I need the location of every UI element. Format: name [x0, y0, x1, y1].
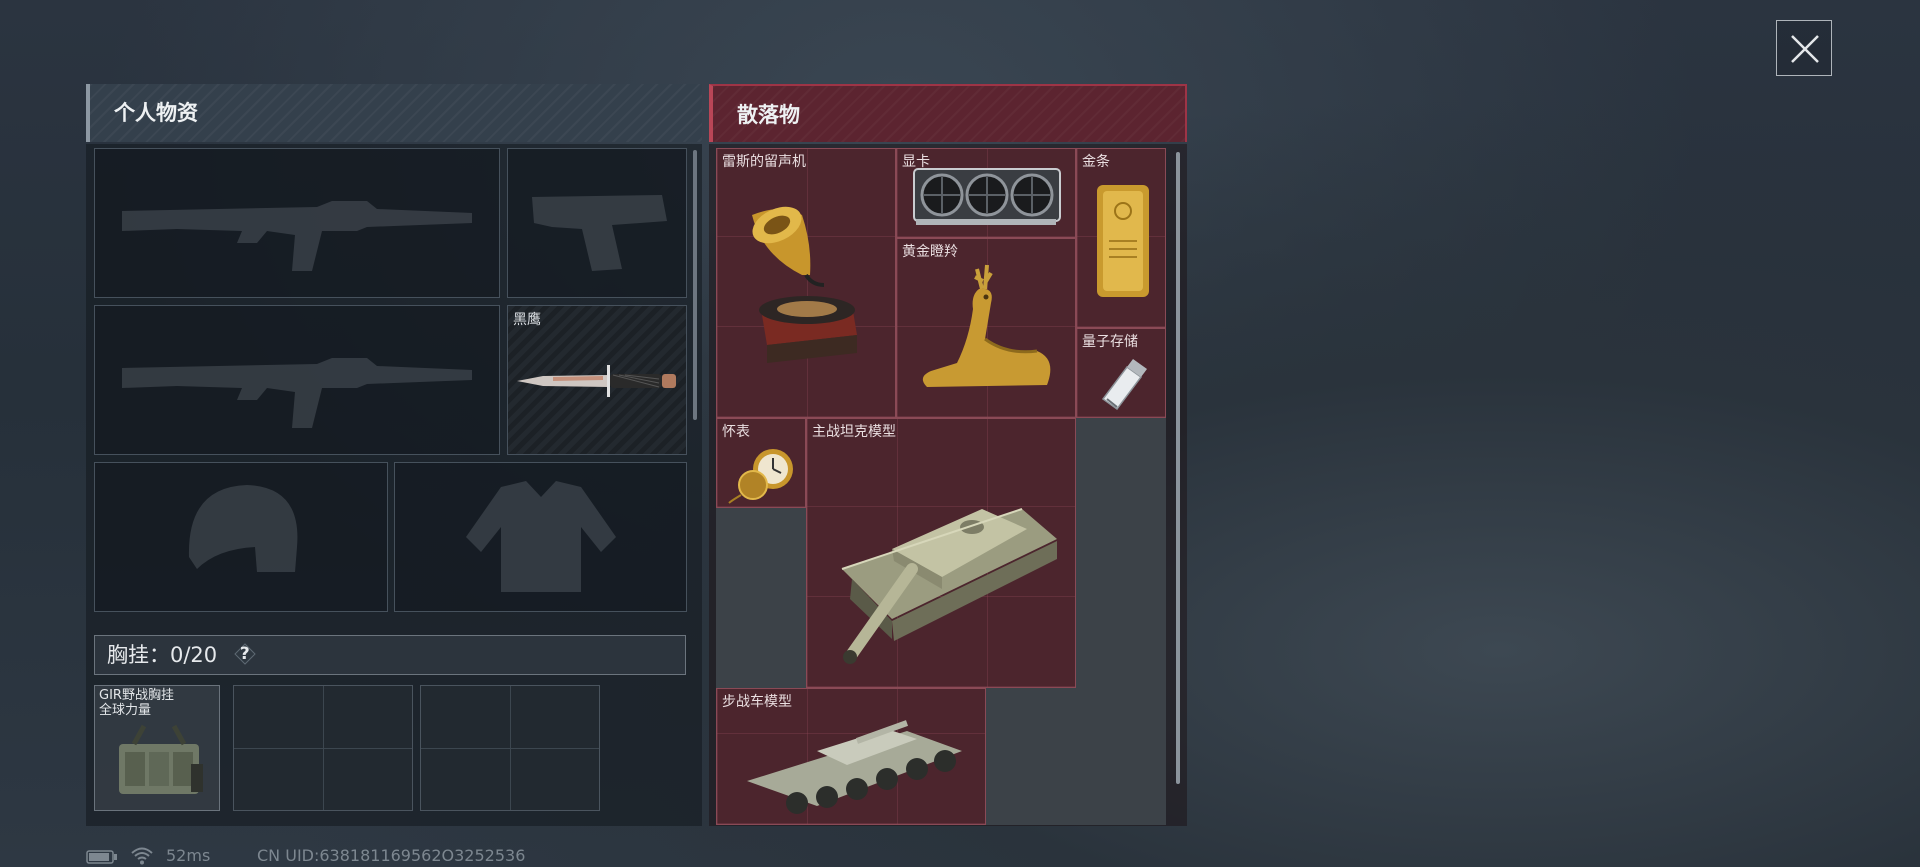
pocket-watch-icon — [728, 449, 793, 504]
personal-panel-body: 黑鹰 胸挂：0/20 ? GIR野战胸挂 全球力量 — [86, 144, 702, 826]
chest-rig-capacity-bar: 胸挂：0/20 ? — [94, 635, 686, 675]
personal-panel-title: 个人物资 — [114, 101, 198, 125]
wifi-icon — [131, 847, 153, 865]
loot-scrollbar[interactable] — [1176, 152, 1180, 784]
graphics-card-icon — [913, 168, 1061, 225]
ifv-model-icon — [747, 720, 962, 814]
chest-rig-label: 胸挂： — [107, 643, 170, 667]
battery-icon — [86, 850, 117, 864]
loot-panel-title: 散落物 — [737, 103, 800, 127]
usb-drive-icon — [1101, 359, 1147, 411]
chest-rig-pocket[interactable] — [420, 685, 600, 811]
loot-item[interactable]: 主战坦克模型 — [806, 418, 1076, 688]
loot-item[interactable]: 雷斯的留声机 — [716, 148, 896, 418]
chest-rig-count: 0/20 — [170, 643, 218, 667]
golden-gazelle-icon — [922, 264, 1051, 387]
loot-panel-header: 散落物 — [709, 84, 1187, 142]
loot-item[interactable]: 显卡 — [896, 148, 1076, 238]
pistol-slot[interactable] — [507, 148, 687, 298]
secondary-weapon-slot[interactable] — [94, 305, 500, 455]
rifle-icon — [122, 358, 472, 428]
chest-rig-pocket[interactable] — [233, 685, 413, 811]
helmet-icon — [188, 485, 298, 572]
close-icon — [1791, 35, 1819, 63]
uid-text: CN UID:638181169562O3252536 — [257, 846, 526, 865]
personal-panel: 个人物资 黑鹰 胸挂：0/20 ? GIR野战胸挂 全球力量 — [86, 84, 702, 826]
close-button[interactable] — [1776, 20, 1832, 76]
primary-weapon-slot[interactable] — [94, 148, 500, 298]
chest-rig-icon — [119, 724, 203, 794]
loot-item[interactable]: 怀表 — [716, 418, 806, 508]
armor-slot[interactable] — [394, 462, 687, 612]
ping-text: 52ms — [166, 846, 211, 865]
melee-slot[interactable]: 黑鹰 — [507, 305, 687, 455]
chest-rig-item-label: GIR野战胸挂 全球力量 — [99, 688, 174, 718]
armor-icon — [466, 481, 616, 592]
loot-item[interactable]: 步战车模型 — [716, 688, 986, 825]
tank-model-icon — [841, 508, 1057, 664]
personal-panel-header: 个人物资 — [86, 84, 702, 142]
gold-bar-icon — [1097, 185, 1149, 297]
loot-panel: 散落物 雷斯的留声机 显卡 金条 黄金瞪羚 量子存储 怀表 主战坦克模型 步战车… — [709, 84, 1187, 826]
chest-rig-slot[interactable]: GIR野战胸挂 全球力量 — [94, 685, 220, 811]
helmet-slot[interactable] — [94, 462, 388, 612]
rifle-icon — [122, 201, 472, 271]
loot-item[interactable]: 量子存储 — [1076, 328, 1166, 418]
loot-item[interactable]: 黄金瞪羚 — [896, 238, 1076, 418]
loot-item[interactable]: 金条 — [1076, 148, 1166, 328]
melee-item-label: 黑鹰 — [513, 312, 541, 328]
gramophone-icon — [752, 206, 857, 363]
personal-scrollbar[interactable] — [693, 150, 697, 420]
knife-icon — [517, 365, 676, 397]
pistol-icon — [532, 195, 667, 271]
help-icon[interactable]: ? — [234, 643, 256, 665]
